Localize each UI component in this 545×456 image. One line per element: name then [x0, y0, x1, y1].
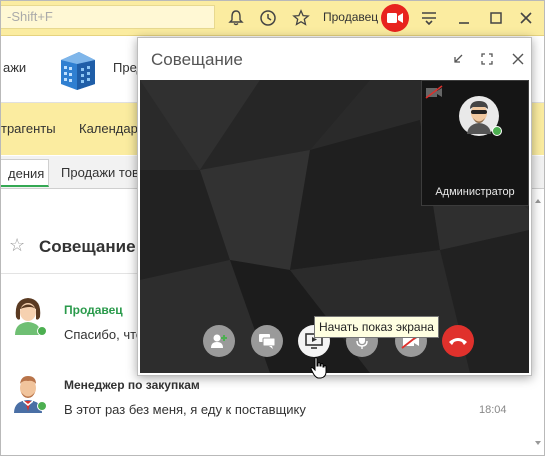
dialog-title: Совещание — [151, 50, 243, 69]
top-bar: -Shift+F Продавец — [1, 1, 544, 36]
close-icon[interactable] — [515, 7, 537, 29]
hand-cursor-icon — [310, 357, 328, 382]
page-title: Совещание — [39, 237, 136, 256]
online-status-dot — [37, 401, 47, 411]
online-status-dot — [37, 326, 47, 336]
message-author: Менеджер по закупкам — [64, 378, 200, 392]
divider — [1, 273, 141, 274]
section-sales-label[interactable]: ажи — [3, 60, 26, 75]
bell-icon[interactable] — [225, 7, 247, 29]
record-icon[interactable] — [381, 4, 409, 32]
scrollbar[interactable] — [534, 197, 542, 447]
nav-item-counterparties[interactable]: трагенты — [1, 121, 56, 136]
message-text: Спасибо, что — [64, 327, 144, 342]
nav-item-calendar[interactable]: Календар — [79, 121, 138, 136]
message-time: 18:04 — [479, 404, 507, 416]
app-window: -Shift+F Продавец ажи Пред трагенты Кале… — [0, 0, 545, 456]
message-author: Продавец — [64, 303, 123, 317]
hang-up-icon — [449, 338, 467, 345]
maximize-icon[interactable] — [485, 7, 507, 29]
collapse-icon[interactable] — [449, 50, 467, 68]
add-user-icon — [211, 334, 227, 348]
favorite-star-icon[interactable]: ☆ — [9, 235, 25, 256]
close-icon[interactable] — [509, 50, 527, 68]
history-icon[interactable] — [257, 7, 279, 29]
camera-off-icon — [425, 85, 443, 102]
chat-icon — [259, 334, 276, 349]
message-text: В этот раз без меня, я еду к поставщику — [64, 402, 306, 417]
building-icon[interactable] — [55, 44, 101, 90]
hang-up-button[interactable] — [442, 325, 474, 357]
self-view-tile[interactable]: Администратор — [421, 80, 529, 206]
online-status-dot — [492, 126, 502, 136]
chat-button[interactable] — [251, 325, 283, 357]
fullscreen-icon[interactable] — [478, 50, 496, 68]
tab-sales[interactable]: Продажи тов — [53, 159, 147, 187]
minimize-icon[interactable] — [453, 7, 475, 29]
tab-meetings[interactable]: дения — [1, 159, 49, 187]
star-icon[interactable] — [290, 7, 312, 29]
self-view-name: Администратор — [435, 186, 515, 198]
add-participant-button[interactable] — [203, 325, 235, 357]
menu-icon[interactable] — [418, 7, 440, 29]
current-user[interactable]: Продавец — [323, 10, 378, 24]
search-input[interactable]: -Shift+F — [1, 5, 215, 29]
share-screen-tooltip: Начать показ экрана — [314, 316, 439, 338]
